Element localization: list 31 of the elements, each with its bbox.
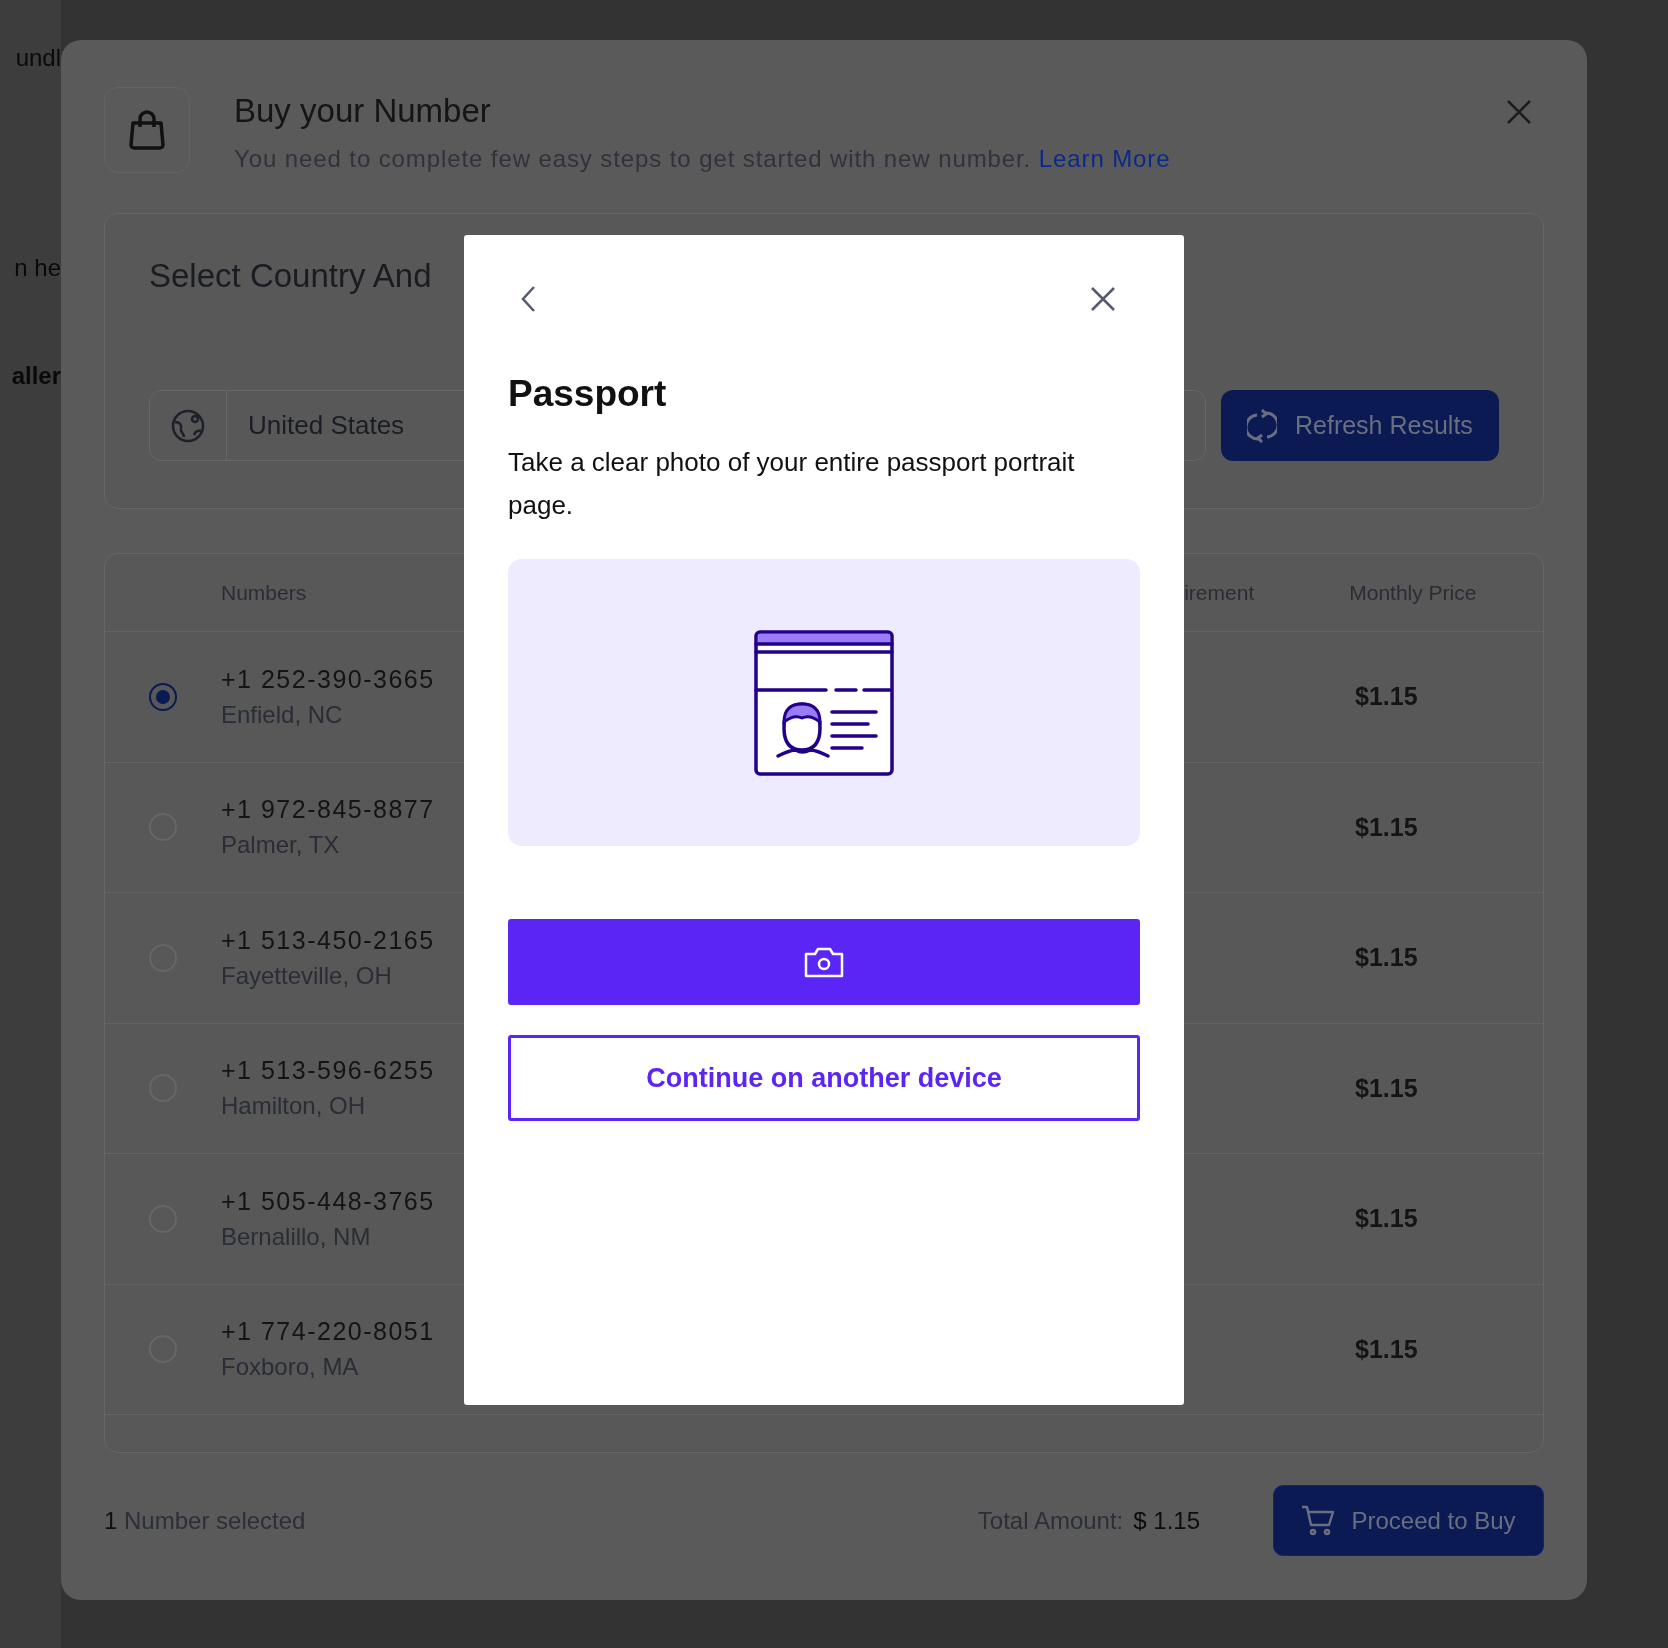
total-value: $ 1.15	[1133, 1505, 1200, 1536]
phone-number: +1 513-596-6255	[221, 1055, 436, 1087]
refresh-results-button[interactable]: Refresh Results	[1220, 390, 1499, 461]
camera-icon	[804, 945, 844, 979]
monthly-price: $1.15	[1355, 942, 1418, 973]
radio-button[interactable]	[149, 682, 177, 711]
cart-icon	[1301, 1504, 1336, 1537]
globe-icon	[171, 408, 205, 443]
camera-button[interactable]	[508, 919, 1140, 1005]
monthly-price: $1.15	[1355, 681, 1418, 712]
dialog-title: Buy your Number	[234, 91, 492, 131]
monthly-price: $1.15	[1355, 1072, 1418, 1104]
phone-number: +1 513-450-2165	[221, 924, 436, 956]
phone-number: +1 774-220-8051	[221, 1316, 436, 1348]
monthly-price: $1.15	[1355, 1333, 1418, 1365]
passport-instructions: Take a clear photo of your entire passport portrait page.	[508, 446, 1076, 522]
learn-more-link[interactable]: Learn More	[1038, 145, 1171, 172]
proceed-to-buy-button[interactable]: Proceed to Buy	[1273, 1485, 1544, 1556]
phone-number: +1 972-845-8877	[221, 794, 436, 826]
monthly-price: $1.15	[1355, 1203, 1418, 1234]
continue-on-another-device-button[interactable]: Continue on another device	[508, 1035, 1140, 1121]
section-title: Select Country And	[149, 256, 432, 296]
phone-number: +1 252-390-3665	[221, 663, 436, 695]
refresh-icon	[1247, 408, 1277, 443]
passport-title: Passport	[508, 372, 668, 416]
shopping-bag-icon	[104, 87, 190, 173]
close-icon[interactable]	[1090, 286, 1116, 312]
phone-number: +1 505-448-3765	[221, 1185, 436, 1217]
monthly-price: $1.15	[1355, 811, 1418, 843]
selected-count: 1	[104, 1506, 118, 1534]
back-icon[interactable]	[520, 285, 536, 313]
